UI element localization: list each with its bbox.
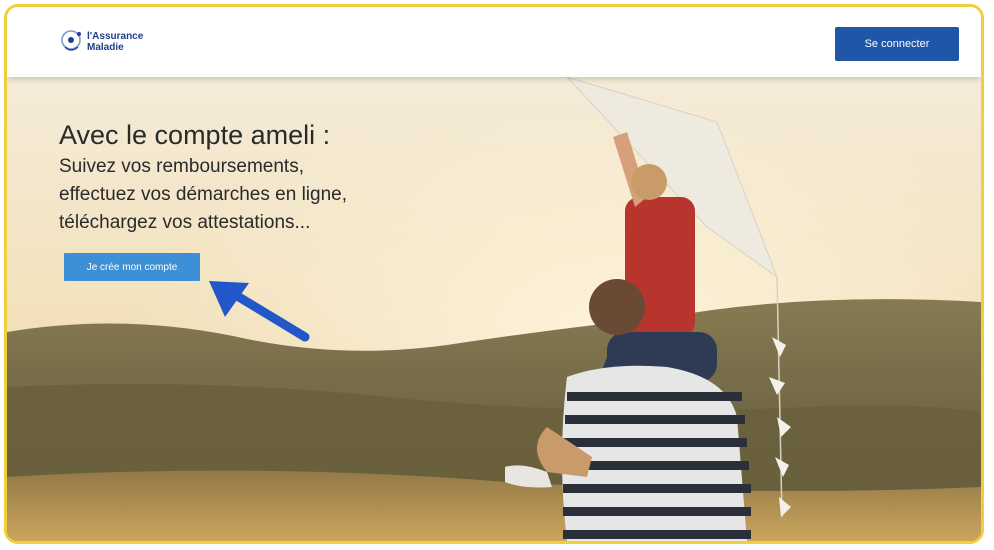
hero-title: Avec le compte ameli : [59,120,331,150]
hero-line-1: Suivez vos remboursements, [59,156,304,177]
create-account-button[interactable]: Je crée mon compte [64,253,200,281]
logo-line-2: Maladie [87,42,124,53]
logo-emblem-icon [61,30,81,51]
hero-banner: Avec le compte ameli : Suivez vos rembou… [7,77,981,541]
hero-headline: Avec le compte ameli : Suivez vos rembou… [59,117,347,237]
assurance-maladie-logo[interactable]: l'Assurance Maladie [59,27,169,63]
site-header: l'Assurance Maladie Se connecter [7,7,981,77]
login-button[interactable]: Se connecter [835,27,959,61]
pointer-arrow-icon [209,281,310,342]
logo-text: l'Assurance Maladie [87,31,143,53]
logo-line-1: l'Assurance [87,31,144,42]
hero-line-2: effectuez vos démarches en ligne, [59,184,347,205]
screenshot-frame: l'Assurance Maladie Se connecter Avec le… [4,4,984,544]
hero-line-3: téléchargez vos attestations... [59,212,311,233]
